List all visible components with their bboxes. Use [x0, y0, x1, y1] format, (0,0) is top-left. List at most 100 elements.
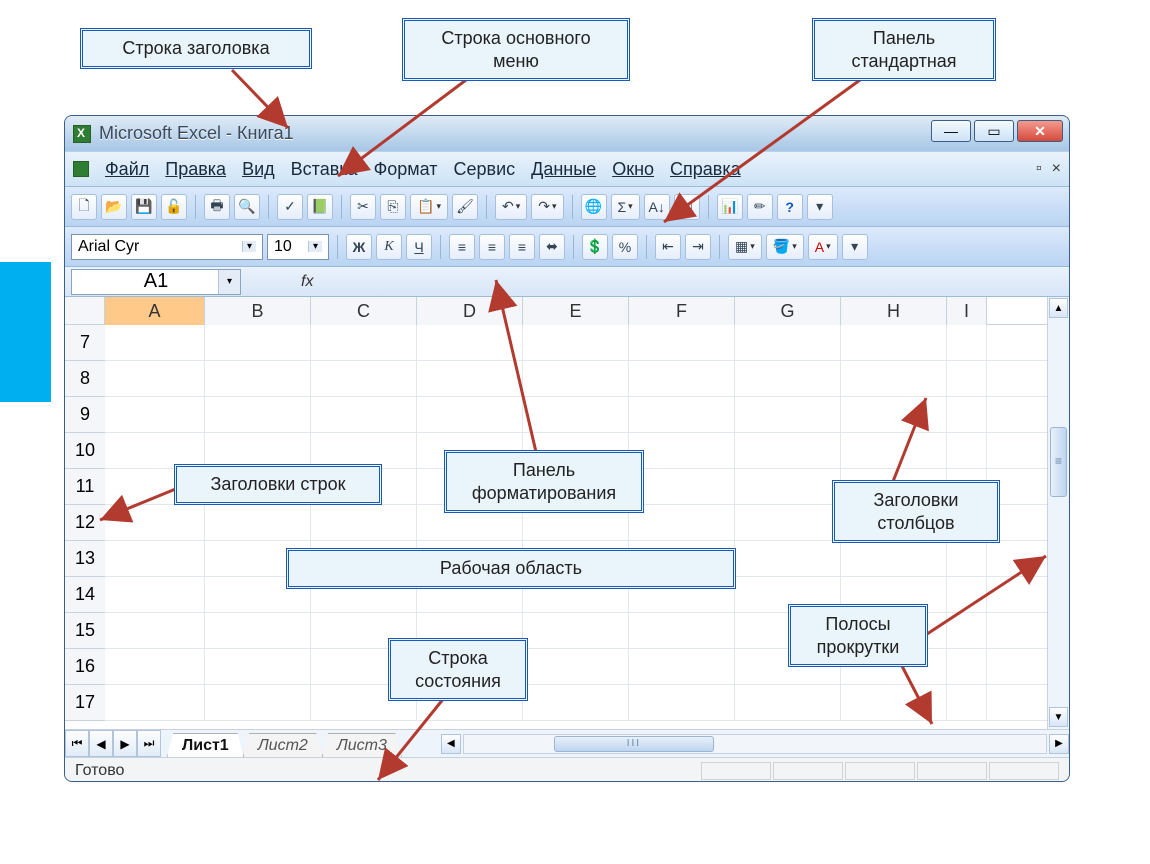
italic-button[interactable]: К	[376, 234, 402, 260]
callout-statusbar: Строка состояния	[388, 638, 528, 701]
minimize-button[interactable]: —	[931, 120, 971, 142]
sheet-tab-1[interactable]: Лист1	[167, 733, 244, 757]
col-header-A[interactable]: A	[105, 297, 205, 325]
row-header-16[interactable]: 16	[65, 649, 105, 685]
menubar: Файл Правка Вид Вставка Формат Сервис Да…	[65, 151, 1069, 187]
save-icon[interactable]: 💾	[131, 194, 157, 220]
excel-doc-icon	[73, 161, 89, 177]
col-header-G[interactable]: G	[735, 297, 841, 325]
scroll-up-icon[interactable]: ▲	[1049, 298, 1068, 318]
toolbar-options-icon[interactable]: ▾	[807, 194, 833, 220]
horizontal-scrollbar[interactable]: ◀ III ▶	[441, 730, 1069, 757]
col-header-H[interactable]: H	[841, 297, 947, 325]
maximize-button[interactable]: ▭	[974, 120, 1014, 142]
column-headers[interactable]: A B C D E F G H I	[65, 297, 1047, 325]
menu-file[interactable]: Файл	[105, 159, 149, 180]
merge-center-icon[interactable]: ⬌	[539, 234, 565, 260]
autosum-icon[interactable]: Σ▾	[611, 194, 640, 220]
col-header-E[interactable]: E	[523, 297, 629, 325]
col-header-F[interactable]: F	[629, 297, 735, 325]
font-size-combo[interactable]: 10▾	[267, 234, 329, 260]
copy-icon[interactable]: ⎘	[380, 194, 406, 220]
sort-desc-icon[interactable]: Я↓	[674, 194, 700, 220]
doc-restore-icon[interactable]: ▫	[1036, 160, 1042, 178]
research-icon[interactable]: 📗	[307, 194, 333, 220]
underline-button[interactable]: Ч	[406, 234, 432, 260]
open-icon[interactable]: 📂	[101, 194, 127, 220]
sheet-tab-3[interactable]: Лист3	[322, 733, 402, 757]
format-painter-icon[interactable]: 🖌	[452, 194, 478, 220]
row-header-11[interactable]: 11	[65, 469, 105, 505]
cut-icon[interactable]: ✂	[350, 194, 376, 220]
menu-format[interactable]: Формат	[374, 159, 438, 180]
align-left-icon[interactable]: ≡	[449, 234, 475, 260]
indent-dec-icon[interactable]: ⇤	[655, 234, 681, 260]
hyperlink-icon[interactable]: 🌐	[581, 194, 607, 220]
permission-icon[interactable]: 🔓	[161, 194, 187, 220]
tab-nav-next-icon[interactable]: ▶	[113, 730, 137, 757]
close-button[interactable]: ✕	[1017, 120, 1063, 142]
borders-icon[interactable]: ▦▾	[728, 234, 762, 260]
font-combo[interactable]: Arial Cyr▾	[71, 234, 263, 260]
align-center-icon[interactable]: ≡	[479, 234, 505, 260]
percent-icon[interactable]: %	[612, 234, 638, 260]
menu-data[interactable]: Данные	[531, 159, 596, 180]
menu-tools[interactable]: Сервис	[454, 159, 516, 180]
font-color-icon[interactable]: A▾	[808, 234, 838, 260]
print-icon[interactable]: 🖶	[204, 194, 230, 220]
menu-view[interactable]: Вид	[242, 159, 275, 180]
doc-close-icon[interactable]: ×	[1052, 160, 1061, 178]
fmtbar-options-icon[interactable]: ▾	[842, 234, 868, 260]
vertical-scrollbar[interactable]: ▲ ▼	[1047, 297, 1069, 729]
scroll-right-icon[interactable]: ▶	[1049, 734, 1069, 754]
status-text: Готово	[75, 762, 124, 780]
excel-window: Microsoft Excel - Книга1 — ▭ ✕ Файл Прав…	[64, 115, 1070, 782]
row-header-12[interactable]: 12	[65, 505, 105, 541]
fill-color-icon[interactable]: 🪣▾	[766, 234, 804, 260]
currency-icon[interactable]: 💲	[582, 234, 608, 260]
preview-icon[interactable]: 🔍	[234, 194, 260, 220]
hscroll-thumb[interactable]: III	[554, 736, 714, 752]
undo-icon[interactable]: ↶▾	[495, 194, 527, 220]
select-all-corner[interactable]	[65, 297, 105, 325]
drawing-icon[interactable]: ✏	[747, 194, 773, 220]
scroll-down-icon[interactable]: ▼	[1049, 707, 1068, 727]
scroll-left-icon[interactable]: ◀	[441, 734, 461, 754]
tab-nav-first-icon[interactable]: ⏮	[65, 730, 89, 757]
sort-asc-icon[interactable]: A↓	[644, 194, 670, 220]
bold-button[interactable]: Ж	[346, 234, 372, 260]
chart-icon[interactable]: 📊	[717, 194, 743, 220]
row-headers[interactable]: 7891011121314151617	[65, 325, 105, 729]
col-header-B[interactable]: B	[205, 297, 311, 325]
row-header-10[interactable]: 10	[65, 433, 105, 469]
col-header-I[interactable]: I	[947, 297, 987, 325]
new-icon[interactable]: 🗋	[71, 194, 97, 220]
sheet-tabs-row: ⏮ ◀ ▶ ⏭ Лист1Лист2Лист3 ◀ III ▶	[65, 729, 1069, 757]
paste-icon[interactable]: 📋▾	[410, 194, 448, 220]
menu-window[interactable]: Окно	[612, 159, 654, 180]
col-header-C[interactable]: C	[311, 297, 417, 325]
row-header-15[interactable]: 15	[65, 613, 105, 649]
row-header-8[interactable]: 8	[65, 361, 105, 397]
menu-edit[interactable]: Правка	[165, 159, 226, 180]
row-header-9[interactable]: 9	[65, 397, 105, 433]
row-header-14[interactable]: 14	[65, 577, 105, 613]
row-header-13[interactable]: 13	[65, 541, 105, 577]
align-right-icon[interactable]: ≡	[509, 234, 535, 260]
tab-nav-last-icon[interactable]: ⏭	[137, 730, 161, 757]
col-header-D[interactable]: D	[417, 297, 523, 325]
row-header-7[interactable]: 7	[65, 325, 105, 361]
tab-nav-prev-icon[interactable]: ◀	[89, 730, 113, 757]
help-icon[interactable]: ?	[777, 194, 803, 220]
row-header-17[interactable]: 17	[65, 685, 105, 721]
sheet-tab-2[interactable]: Лист2	[243, 733, 323, 757]
fx-label[interactable]: fx	[301, 273, 313, 291]
spelling-icon[interactable]: ✓	[277, 194, 303, 220]
excel-app-icon	[73, 125, 91, 143]
indent-inc-icon[interactable]: ⇥	[685, 234, 711, 260]
name-box[interactable]: A1 ▾	[71, 269, 241, 295]
menu-help[interactable]: Справка	[670, 159, 741, 180]
vscroll-thumb[interactable]	[1050, 427, 1067, 497]
redo-icon[interactable]: ↷▾	[531, 194, 563, 220]
menu-insert[interactable]: Вставка	[291, 159, 358, 180]
